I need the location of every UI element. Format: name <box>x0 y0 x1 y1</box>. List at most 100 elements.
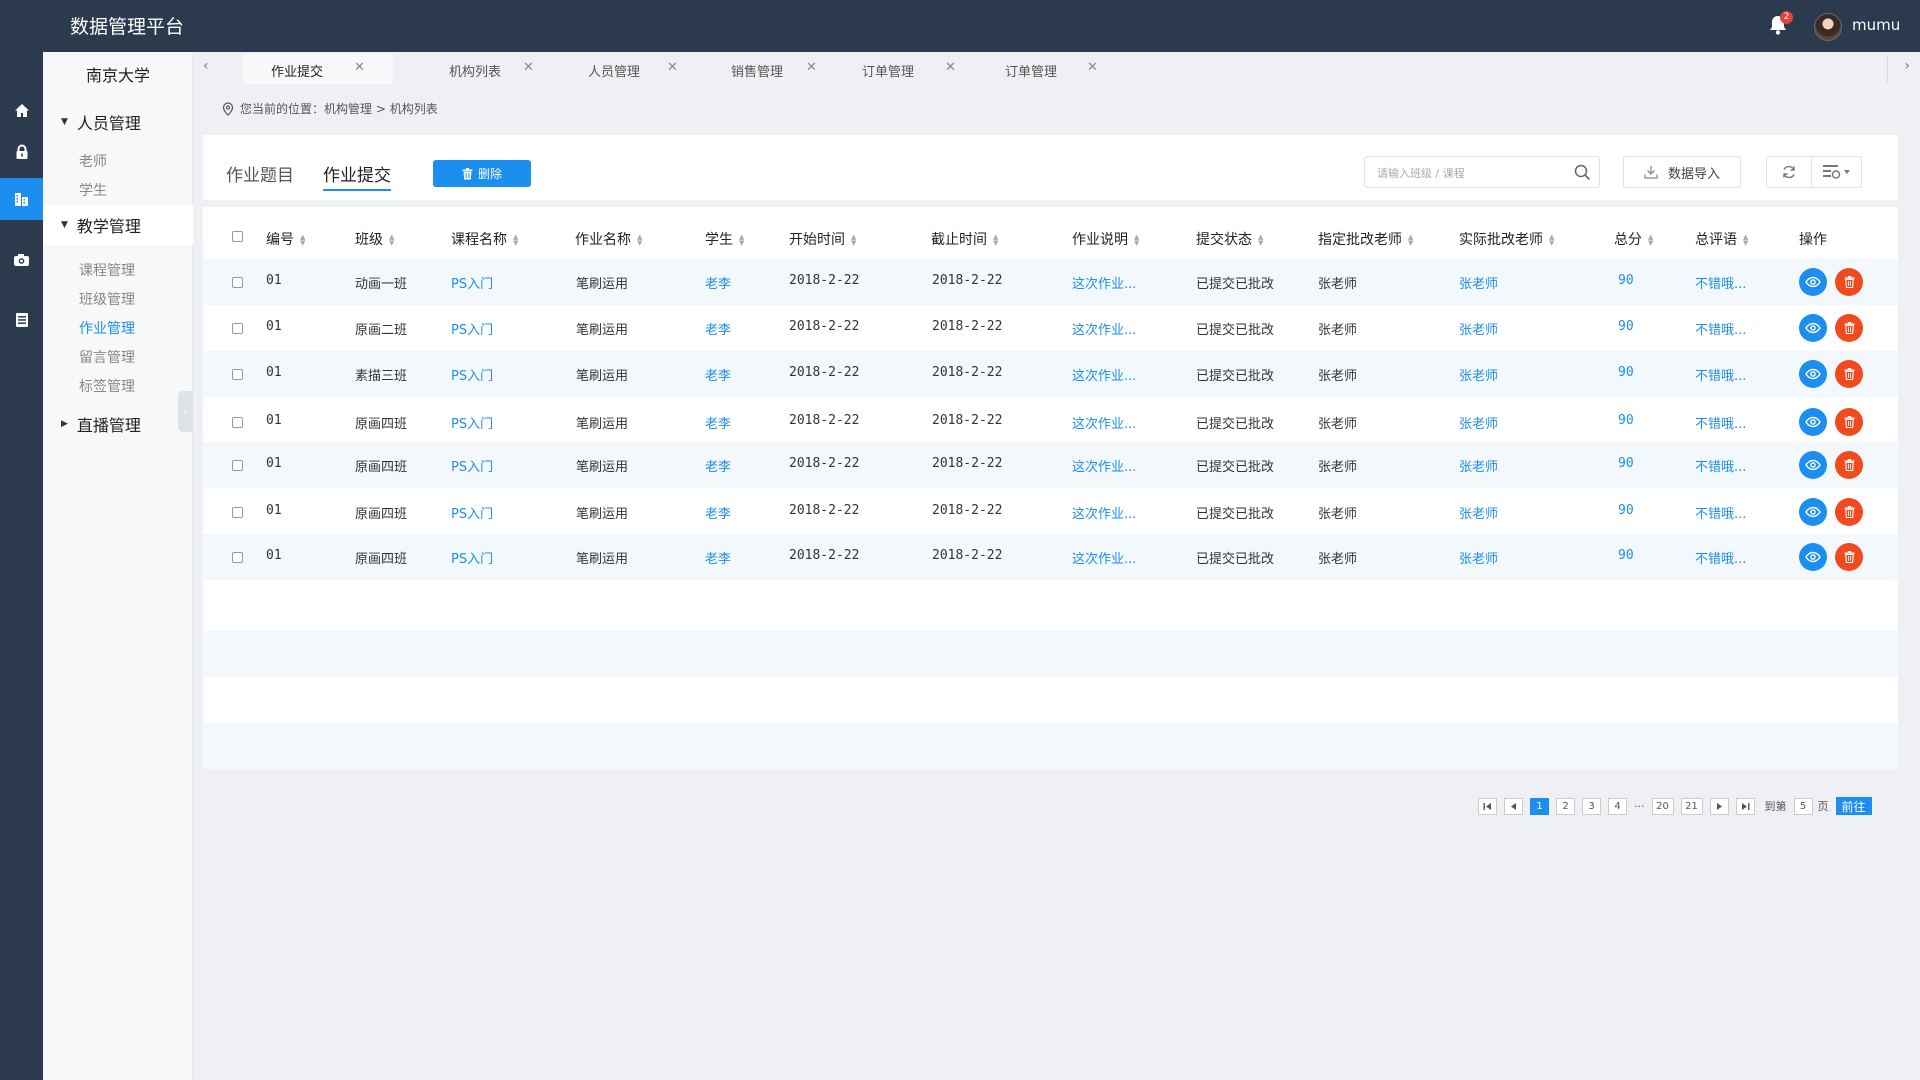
breadcrumb-path[interactable]: 机构管理 > 机构列表 <box>324 100 438 117</box>
delete-row-button[interactable] <box>1835 451 1863 479</box>
cell-student[interactable]: 老李 <box>705 365 731 384</box>
delete-row-button[interactable] <box>1835 498 1863 526</box>
cell-course[interactable]: PS入门 <box>451 273 493 292</box>
cell-comment[interactable]: 不错哦... <box>1695 503 1746 522</box>
column-header[interactable]: 总评语 ▲ ▼ <box>1695 229 1748 249</box>
sidebar-item-course[interactable]: 课程管理 <box>79 260 135 280</box>
column-header[interactable]: 课程名称 ▲ ▼ <box>451 229 518 249</box>
view-button[interactable] <box>1799 451 1827 479</box>
column-header[interactable]: 指定批改老师 ▲ ▼ <box>1318 229 1413 249</box>
nav-document[interactable] <box>0 299 43 341</box>
cell-actual-teacher[interactable]: 张老师 <box>1459 413 1498 432</box>
cell-comment[interactable]: 不错哦... <box>1695 413 1746 432</box>
close-icon[interactable]: ✕ <box>354 60 365 75</box>
sidebar-collapse-handle[interactable]: ‹ <box>178 391 193 432</box>
tab-sales[interactable]: 销售管理 ✕ <box>693 54 823 84</box>
view-button[interactable] <box>1799 543 1827 571</box>
close-icon[interactable]: ✕ <box>667 60 678 75</box>
view-button[interactable] <box>1799 314 1827 342</box>
delete-row-button[interactable] <box>1835 268 1863 296</box>
column-header[interactable]: 班级 ▲ ▼ <box>355 229 394 249</box>
cell-student[interactable]: 老李 <box>705 456 731 475</box>
tabs-scroll-right[interactable]: › <box>1904 58 1910 74</box>
select-all-checkbox[interactable] <box>232 231 243 242</box>
cell-comment[interactable]: 不错哦... <box>1695 365 1746 384</box>
delete-row-button[interactable] <box>1835 543 1863 571</box>
cell-actual-teacher[interactable]: 张老师 <box>1459 548 1498 567</box>
nav-building[interactable] <box>0 178 43 220</box>
column-header[interactable]: 总分 ▲ ▼ <box>1614 229 1653 249</box>
go-button[interactable]: 前往 <box>1835 797 1872 815</box>
view-button[interactable] <box>1799 498 1827 526</box>
page-button[interactable]: 20 <box>1651 797 1674 815</box>
page-button[interactable]: 3 <box>1582 797 1601 815</box>
tab-personnel[interactable]: 人员管理 ✕ <box>553 54 683 84</box>
cell-comment[interactable]: 不错哦... <box>1695 456 1746 475</box>
nav-lock[interactable] <box>0 131 43 173</box>
cell-actual-teacher[interactable]: 张老师 <box>1459 273 1498 292</box>
column-header[interactable]: 学生 ▲ ▼ <box>705 229 744 249</box>
cell-description[interactable]: 这次作业... <box>1072 548 1136 567</box>
avatar[interactable] <box>1814 13 1842 41</box>
cell-course[interactable]: PS入门 <box>451 413 493 432</box>
last-page-button[interactable] <box>1735 797 1755 815</box>
page-button[interactable]: 4 <box>1608 797 1627 815</box>
close-icon[interactable]: ✕ <box>945 60 956 75</box>
tab-orders-2[interactable]: 订单管理 ✕ <box>973 54 1103 84</box>
cell-actual-teacher[interactable]: 张老师 <box>1459 319 1498 338</box>
cell-comment[interactable]: 不错哦... <box>1695 548 1746 567</box>
tab-orders[interactable]: 订单管理 ✕ <box>833 54 963 84</box>
notification-bell[interactable]: 2 <box>1768 11 1793 38</box>
username[interactable]: mumu <box>1852 16 1900 34</box>
cell-description[interactable]: 这次作业... <box>1072 413 1136 432</box>
delete-row-button[interactable] <box>1835 360 1863 388</box>
cell-description[interactable]: 这次作业... <box>1072 456 1136 475</box>
cell-student[interactable]: 老李 <box>705 548 731 567</box>
view-button[interactable] <box>1799 408 1827 436</box>
refresh-button[interactable] <box>1766 156 1812 188</box>
cell-course[interactable]: PS入门 <box>451 319 493 338</box>
sidebar-item-student[interactable]: 学生 <box>79 180 107 200</box>
row-checkbox[interactable] <box>232 552 243 563</box>
sidebar-item-teacher[interactable]: 老师 <box>79 151 107 171</box>
tab-homework-submit[interactable]: 作业提交 ✕ <box>243 54 393 84</box>
delete-row-button[interactable] <box>1835 314 1863 342</box>
page-button[interactable]: 1 <box>1530 797 1549 815</box>
cell-course[interactable]: PS入门 <box>451 365 493 384</box>
close-icon[interactable]: ✕ <box>806 60 817 75</box>
sidebar-group-live[interactable]: ▶ 直播管理 <box>43 404 193 444</box>
close-icon[interactable]: ✕ <box>523 60 534 75</box>
cell-student[interactable]: 老李 <box>705 319 731 338</box>
cell-description[interactable]: 这次作业... <box>1072 503 1136 522</box>
first-page-button[interactable] <box>1478 797 1497 815</box>
page-button[interactable]: 21 <box>1680 797 1703 815</box>
column-settings-button[interactable] <box>1811 156 1862 188</box>
tabs-scroll-left[interactable]: ‹ <box>203 58 209 74</box>
search-input[interactable]: 请输入班级 / 课程 <box>1364 156 1600 188</box>
close-icon[interactable]: ✕ <box>1087 60 1098 75</box>
row-checkbox[interactable] <box>232 417 243 428</box>
column-header[interactable]: 提交状态 ▲ ▼ <box>1196 229 1263 249</box>
cell-description[interactable]: 这次作业... <box>1072 365 1136 384</box>
nav-camera[interactable] <box>0 239 43 281</box>
page-button[interactable]: 2 <box>1556 797 1575 815</box>
import-data-button[interactable]: 数据导入 <box>1623 156 1741 188</box>
sidebar-item-homework[interactable]: 作业管理 <box>79 318 135 338</box>
tab-org-list[interactable]: 机构列表 ✕ <box>413 54 543 84</box>
cell-actual-teacher[interactable]: 张老师 <box>1459 503 1498 522</box>
cell-comment[interactable]: 不错哦... <box>1695 319 1746 338</box>
tab-homework-submissions[interactable]: 作业提交 <box>323 161 391 191</box>
cell-course[interactable]: PS入门 <box>451 548 493 567</box>
row-checkbox[interactable] <box>232 507 243 518</box>
sidebar-group-teaching[interactable]: ▼ 教学管理 <box>43 205 193 245</box>
column-header[interactable]: 截止时间 ▲ ▼ <box>931 229 998 249</box>
cell-student[interactable]: 老李 <box>705 273 731 292</box>
next-page-button[interactable] <box>1709 797 1729 815</box>
row-checkbox[interactable] <box>232 277 243 288</box>
sidebar-group-personnel[interactable]: ▼ 人员管理 <box>43 102 193 142</box>
tab-homework-questions[interactable]: 作业题目 <box>226 161 294 186</box>
goto-page-input[interactable]: 5 <box>1793 797 1813 815</box>
row-checkbox[interactable] <box>232 369 243 380</box>
column-header[interactable]: 实际批改老师 ▲ ▼ <box>1459 229 1554 249</box>
cell-description[interactable]: 这次作业... <box>1072 273 1136 292</box>
